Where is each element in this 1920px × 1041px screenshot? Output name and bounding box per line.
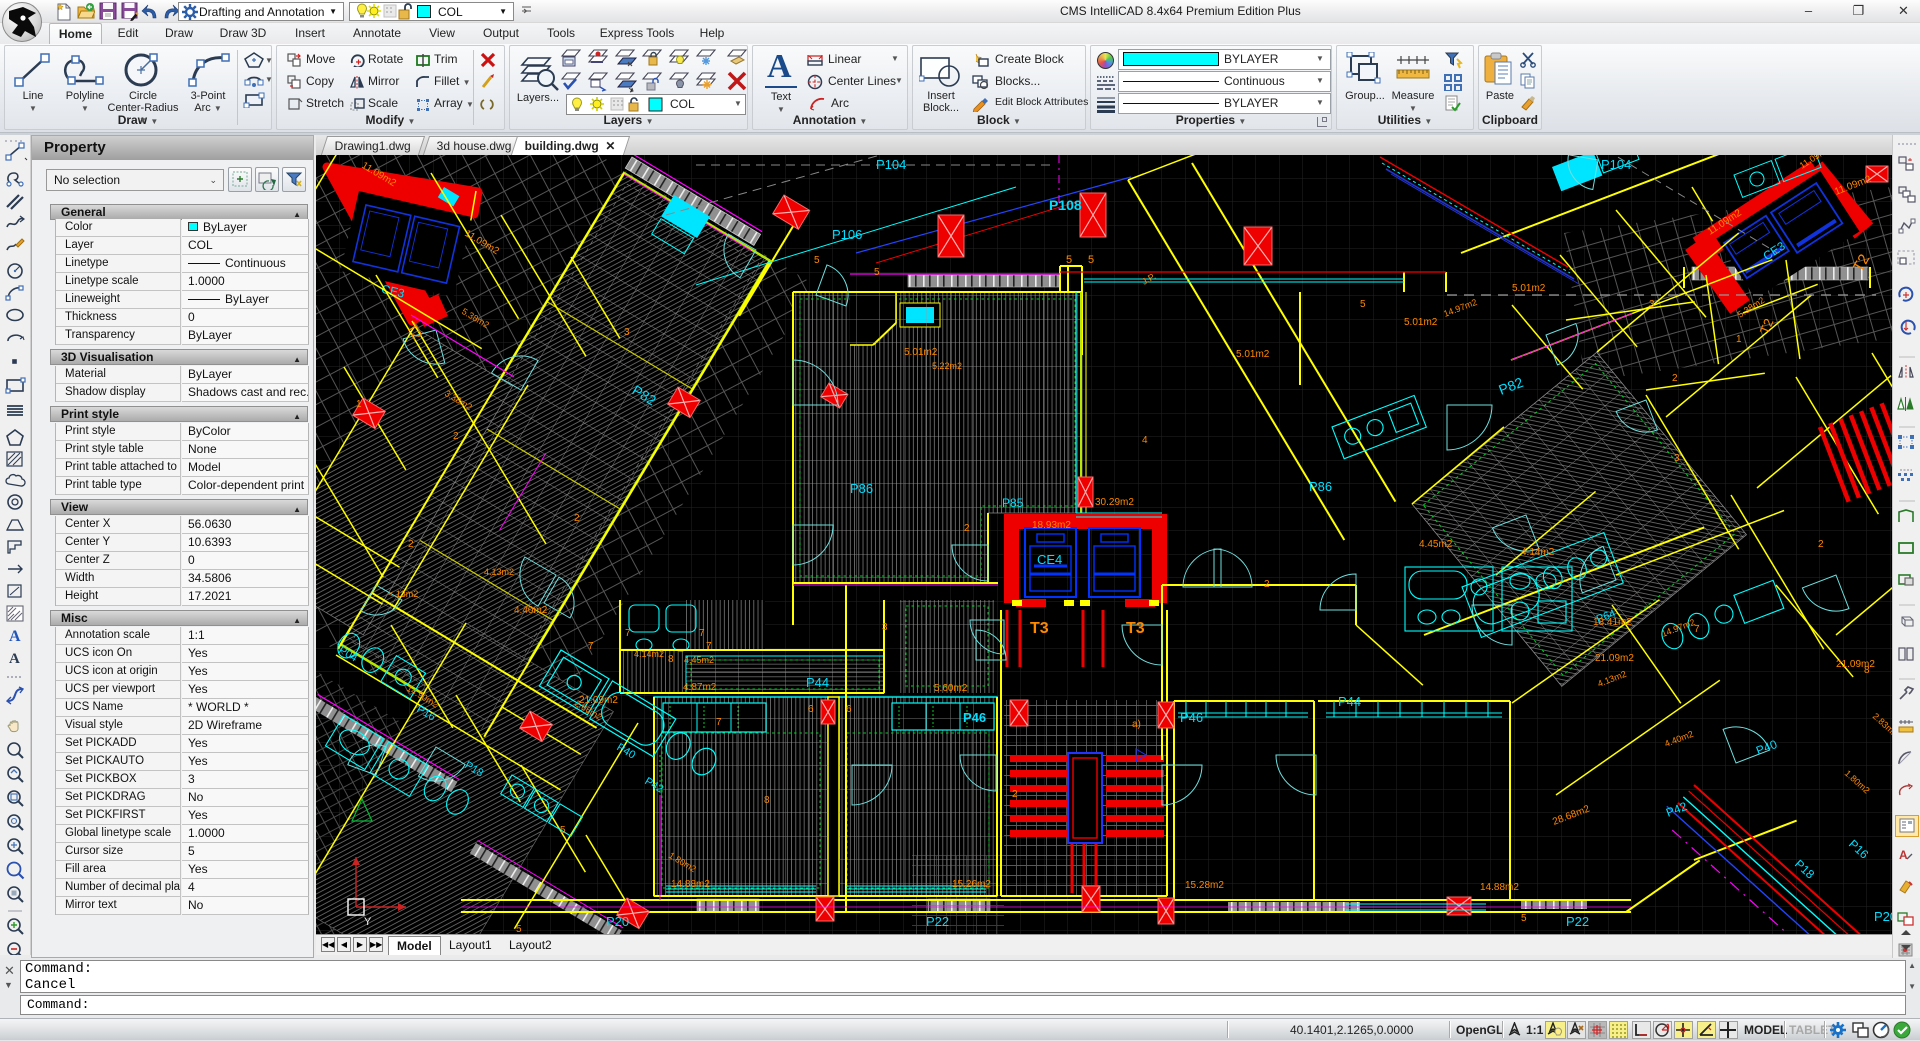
- svg-text:2: 2: [1818, 539, 1824, 550]
- svg-text:5: 5: [1360, 299, 1366, 310]
- svg-text:5: 5: [814, 255, 820, 266]
- svg-text:4.14m2: 4.14m2: [634, 649, 664, 659]
- svg-text:7: 7: [588, 641, 594, 652]
- svg-text:5: 5: [516, 924, 522, 934]
- svg-text:5: 5: [1521, 913, 1527, 924]
- svg-text:5.01m2: 5.01m2: [1236, 349, 1270, 360]
- svg-text:P44: P44: [1338, 694, 1361, 709]
- svg-text:P104: P104: [1601, 157, 1631, 172]
- svg-text:1: 1: [356, 399, 362, 410]
- svg-text:2: 2: [964, 523, 970, 534]
- svg-text:P22: P22: [926, 914, 949, 929]
- svg-text:15.28m2: 15.28m2: [1185, 880, 1224, 891]
- svg-text:5.01m2: 5.01m2: [1404, 317, 1438, 328]
- svg-text:2: 2: [1672, 373, 1678, 384]
- svg-text:A: A: [9, 651, 20, 667]
- svg-text:2: 2: [453, 431, 459, 442]
- svg-text:P104: P104: [876, 157, 906, 172]
- svg-text:4.45m2: 4.45m2: [684, 655, 714, 665]
- svg-text:a): a): [1132, 719, 1141, 730]
- svg-text:T3: T3: [1126, 620, 1145, 637]
- svg-text:3: 3: [624, 327, 630, 338]
- svg-text:5: 5: [1066, 254, 1072, 266]
- svg-text:8: 8: [668, 654, 674, 665]
- svg-text:4: 4: [1142, 435, 1148, 446]
- svg-text:2: 2: [574, 513, 580, 524]
- svg-text:8: 8: [764, 795, 770, 806]
- svg-text:P46: P46: [963, 710, 986, 725]
- svg-text:P106: P106: [832, 227, 862, 242]
- svg-text:18.93m2: 18.93m2: [1032, 520, 1071, 531]
- svg-text:< 13m2: < 13m2: [388, 589, 418, 599]
- svg-text:14.88m2: 14.88m2: [671, 879, 710, 890]
- svg-text:7: 7: [699, 628, 705, 639]
- svg-text:21.09m2: 21.09m2: [1595, 653, 1634, 664]
- svg-text:30.29m2: 30.29m2: [1095, 497, 1134, 508]
- svg-text:4.13m2: 4.13m2: [484, 567, 514, 577]
- svg-text:4.45m2: 4.45m2: [1419, 539, 1453, 550]
- svg-text:P86: P86: [1309, 479, 1332, 494]
- svg-text:A: A: [9, 628, 21, 645]
- svg-text:15.26m2: 15.26m2: [952, 879, 991, 890]
- svg-text:2: 2: [1012, 789, 1018, 800]
- svg-text:P20: P20: [606, 914, 629, 929]
- svg-text:7: 7: [625, 628, 631, 639]
- svg-text:5: 5: [874, 267, 880, 278]
- svg-text:P85: P85: [1002, 496, 1024, 510]
- svg-text:18.41m2: 18.41m2: [1593, 617, 1632, 628]
- svg-text:8: 8: [1864, 665, 1870, 676]
- svg-text:5.22m2: 5.22m2: [932, 361, 962, 371]
- svg-text:P44: P44: [806, 675, 829, 690]
- svg-text:7: 7: [716, 717, 722, 728]
- svg-text:T3: T3: [1030, 620, 1049, 637]
- svg-text:P20: P20: [1874, 909, 1892, 924]
- svg-text:4.14m2: 4.14m2: [1521, 547, 1555, 558]
- svg-text:5.01m2: 5.01m2: [1512, 283, 1546, 294]
- svg-text:3: 3: [1674, 453, 1680, 464]
- svg-text:7: 7: [706, 641, 712, 652]
- svg-text:P86: P86: [850, 481, 873, 496]
- svg-text:Y: Y: [364, 916, 372, 928]
- svg-text:5.01m2: 5.01m2: [904, 347, 938, 358]
- svg-text:3: 3: [1649, 299, 1655, 310]
- svg-text:4.40m2: 4.40m2: [514, 605, 548, 616]
- svg-text:14.88m2: 14.88m2: [1480, 882, 1519, 893]
- svg-text:P46: P46: [1180, 710, 1203, 725]
- svg-text:21.09m2: 21.09m2: [579, 695, 618, 706]
- svg-text:7: 7: [1694, 624, 1700, 635]
- svg-text:1: 1: [1736, 334, 1742, 345]
- svg-text:2: 2: [1264, 579, 1270, 590]
- svg-text:6: 6: [846, 704, 852, 715]
- svg-text:2: 2: [408, 539, 414, 550]
- svg-text:6: 6: [808, 704, 814, 715]
- svg-text:P22: P22: [1566, 914, 1589, 929]
- svg-text:5.60m2: 5.60m2: [934, 683, 968, 694]
- svg-text:4.87m2: 4.87m2: [683, 682, 717, 693]
- svg-text:P108: P108: [1049, 197, 1082, 213]
- svg-text:5: 5: [560, 825, 566, 836]
- svg-text:5: 5: [1088, 254, 1094, 266]
- svg-text:3: 3: [882, 622, 888, 633]
- svg-text:CE4: CE4: [1037, 552, 1062, 567]
